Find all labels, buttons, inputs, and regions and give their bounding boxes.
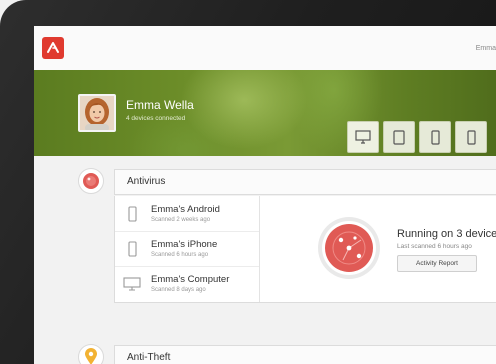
phone-icon [122, 204, 142, 224]
top-bar: Emma [34, 26, 496, 71]
device-name: Emma's Computer [151, 274, 230, 285]
device-scan-time: Scanned 8 days ago [151, 287, 206, 293]
last-scanned-text: Last scanned 6 hours ago [397, 243, 472, 250]
phone-icon [122, 239, 142, 259]
monitor-icon [122, 274, 142, 294]
antivirus-panel: Emma's Android Scanned 2 weeks ago Emma'… [114, 196, 496, 303]
phone-icon [430, 129, 440, 145]
device-tab-phone-2[interactable] [455, 121, 487, 153]
list-item[interactable]: Emma's Android Scanned 2 weeks ago [115, 196, 259, 232]
list-item[interactable]: Emma's iPhone Scanned 6 hours ago [115, 231, 259, 267]
section-title: Antivirus [127, 176, 166, 187]
activity-report-button[interactable]: Activity Report [397, 255, 477, 272]
monitor-icon [355, 130, 371, 144]
section-title: Anti-Theft [127, 352, 171, 363]
content-area: Antivirus Emma's Android Scanned 2 weeks… [34, 156, 496, 364]
device-name: Emma's iPhone [151, 239, 218, 250]
anti-theft-section-header[interactable]: Anti-Theft [114, 345, 496, 364]
avatar[interactable] [78, 94, 116, 132]
antivirus-section-header[interactable]: Antivirus [114, 169, 496, 195]
device-tab-tablet[interactable] [383, 121, 415, 153]
tablet-icon [393, 129, 405, 145]
status-title: Running on 3 device [397, 228, 496, 240]
device-tab-phone-1[interactable] [419, 121, 451, 153]
device-scan-time: Scanned 2 weeks ago [151, 217, 211, 223]
app-screen: Emma Emma Wella 4 devices connected Anti… [34, 26, 496, 364]
phone-icon [466, 129, 476, 145]
device-scan-time: Scanned 6 hours ago [151, 252, 209, 258]
list-item[interactable]: Emma's Computer Scanned 8 days ago [115, 266, 259, 301]
devices-connected-count: 4 devices connected [126, 115, 186, 122]
device-name: Emma's Android [151, 204, 220, 215]
antivirus-shield-icon [78, 168, 104, 194]
device-tab-monitor[interactable] [347, 121, 379, 153]
profile-banner: Emma Wella 4 devices connected [34, 70, 496, 156]
device-list: Emma's Android Scanned 2 weeks ago Emma'… [115, 196, 260, 302]
scan-status-icon [318, 217, 380, 279]
location-pin-icon [78, 344, 104, 364]
user-name: Emma Wella [126, 98, 194, 112]
account-menu[interactable]: Emma [476, 45, 496, 52]
avira-umbrella-icon[interactable] [42, 37, 64, 59]
laptop-bezel: Emma Emma Wella 4 devices connected Anti… [0, 0, 496, 364]
